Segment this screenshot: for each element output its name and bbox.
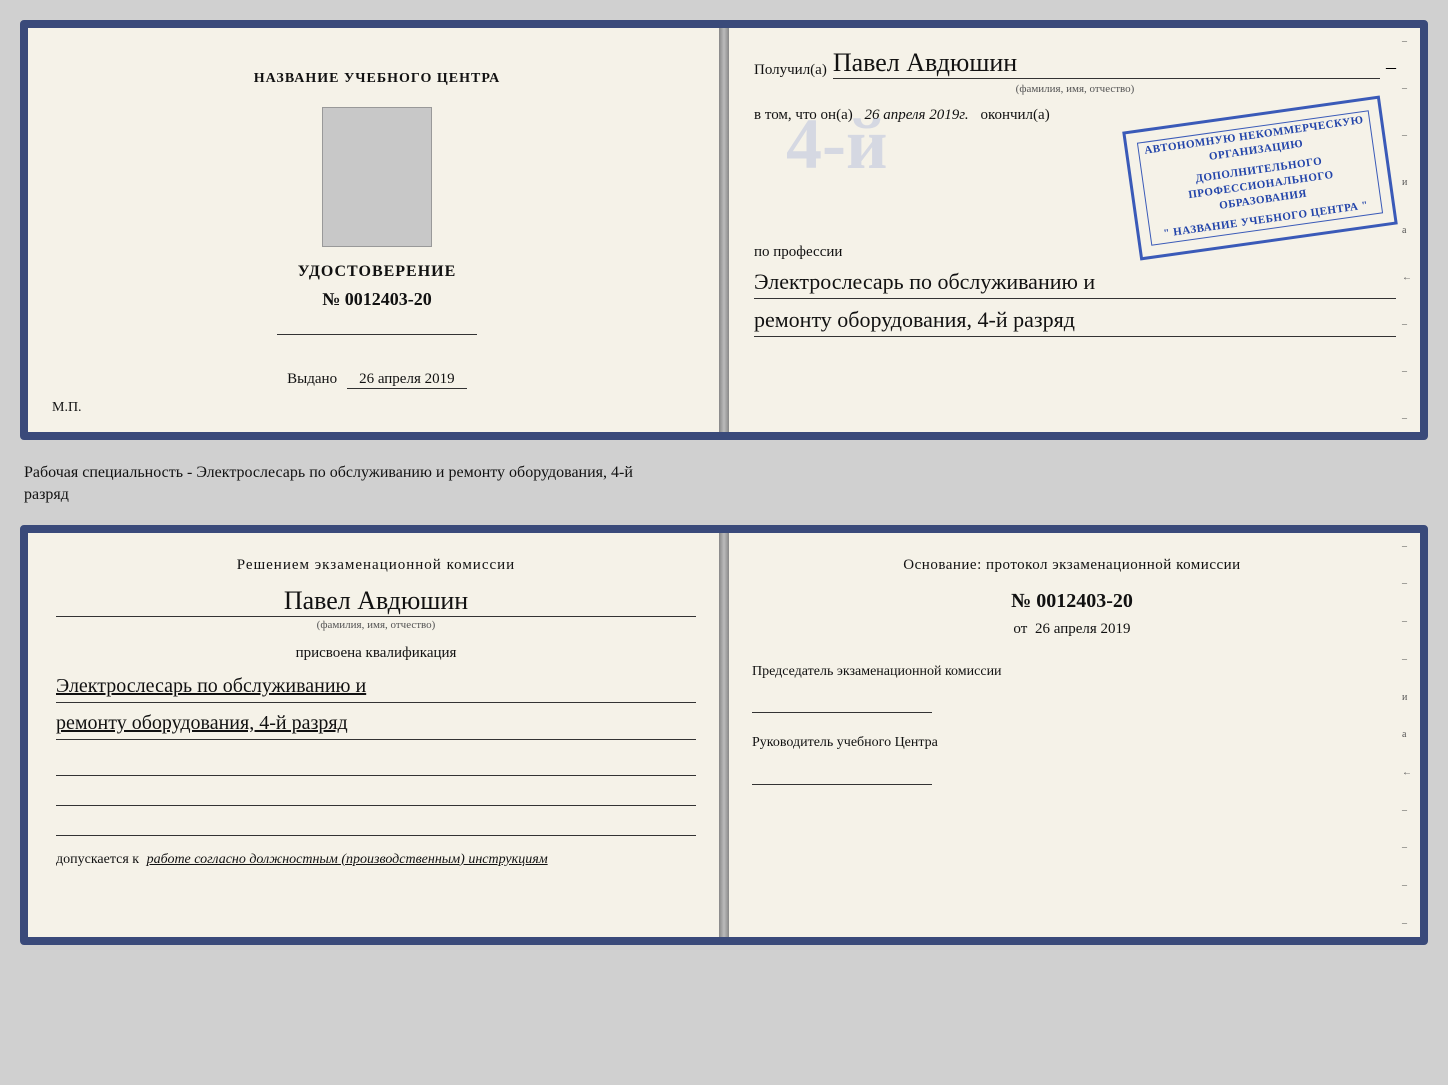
protocol-num-value: 0012403-20 [1036, 590, 1133, 612]
date-prefix: от [1013, 621, 1027, 637]
org-name-top: НАЗВАНИЕ УЧЕБНОГО ЦЕНТРА [254, 71, 500, 87]
side-decorations-top: – – – и а ← – – – [1400, 28, 1420, 432]
director-sig-line [752, 757, 932, 785]
protocol-prefix: № [1011, 590, 1031, 612]
vtom-date: 26 апреля 2019г. [864, 107, 968, 123]
recipient-line: Получил(а) Павел Авдюшин – [754, 48, 1396, 79]
chairman-sig-line [752, 685, 932, 713]
profession-label: по профессии [754, 244, 1396, 261]
basis-title: Основание: протокол экзаменационной коми… [752, 557, 1392, 574]
cert-title: УДОСТОВЕРЕНИЕ [298, 263, 457, 281]
blank-line-3 [56, 812, 696, 836]
photo-placeholder [322, 107, 432, 247]
cert-right-page: Получил(а) Павел Авдюшин – (фамилия, имя… [726, 28, 1420, 432]
fio-small: (фамилия, имя, отчество) [56, 619, 696, 631]
blank-line-2 [56, 782, 696, 806]
issued-date: 26 апреля 2019 [347, 371, 467, 389]
recipient-name: Павел Авдюшин [833, 48, 1380, 79]
between-line1: Рабочая специальность - Электрослесарь п… [24, 462, 1428, 484]
director-block: Руководитель учебного Центра [752, 733, 1392, 785]
profession-text-line2: ремонту оборудования, 4-й разряд [754, 303, 1396, 337]
cert-left-page: НАЗВАНИЕ УЧЕБНОГО ЦЕНТРА УДОСТОВЕРЕНИЕ №… [28, 28, 726, 432]
cert-bottom-right: Основание: протокол экзаменационной коми… [724, 533, 1420, 937]
chairman-label: Председатель экзаменационной комиссии [752, 662, 1392, 682]
mp-label: М.П. [52, 400, 82, 416]
decision-title: Решением экзаменационной комиссии [56, 557, 696, 574]
cert-bottom-left: Решением экзаменационной комиссии Павел … [28, 533, 724, 937]
between-text: Рабочая специальность - Электрослесарь п… [20, 458, 1428, 507]
qual-line2: ремонту оборудования, 4-й разряд [56, 707, 696, 740]
profession-text-line1: Электрослесарь по обслуживанию и [754, 265, 1396, 299]
cert-number-value: 0012403-20 [345, 289, 432, 309]
between-line2: разряд [24, 484, 1428, 506]
assigned-label: присвоена квалификация [56, 645, 696, 662]
cert-number: № 0012403-20 [322, 289, 432, 310]
side-decorations-bottom: – – – – и а ← – – – – [1400, 533, 1420, 937]
issued-label: Выдано [287, 371, 337, 387]
protocol-date: от 26 апреля 2019 [752, 621, 1392, 638]
cert-number-prefix: № [322, 289, 340, 309]
допуск-label: допускается к [56, 852, 139, 867]
fio-label-top: (фамилия, имя, отчество) [754, 83, 1396, 95]
допуск-text: работе согласно должностным (производств… [147, 852, 548, 867]
cert-issued: Выдано 26 апреля 2019 [287, 371, 467, 389]
допуск-section: допускается к работе согласно должностны… [56, 852, 696, 868]
extra-lines [56, 752, 696, 836]
qual-line1: Электрослесарь по обслуживанию и [56, 670, 696, 703]
director-label: Руководитель учебного Центра [752, 733, 1392, 753]
certificate-top: НАЗВАНИЕ УЧЕБНОГО ЦЕНТРА УДОСТОВЕРЕНИЕ №… [20, 20, 1428, 440]
protocol-date-value: 26 апреля 2019 [1035, 621, 1131, 637]
certificate-bottom: Решением экзаменационной комиссии Павел … [20, 525, 1428, 945]
chairman-block: Председатель экзаменационной комиссии [752, 662, 1392, 714]
protocol-number: № 0012403-20 [752, 590, 1392, 613]
profession-section: по профессии Электрослесарь по обслужива… [754, 244, 1396, 337]
blank-line-1 [56, 752, 696, 776]
vtom-label: в том, что он(а) [754, 107, 853, 123]
okonchil-label: окончил(а) [980, 107, 1049, 123]
recipient-label: Получил(а) [754, 62, 827, 79]
person-name-big: Павел Авдюшин [56, 586, 696, 617]
recipient-dash: – [1386, 56, 1396, 79]
